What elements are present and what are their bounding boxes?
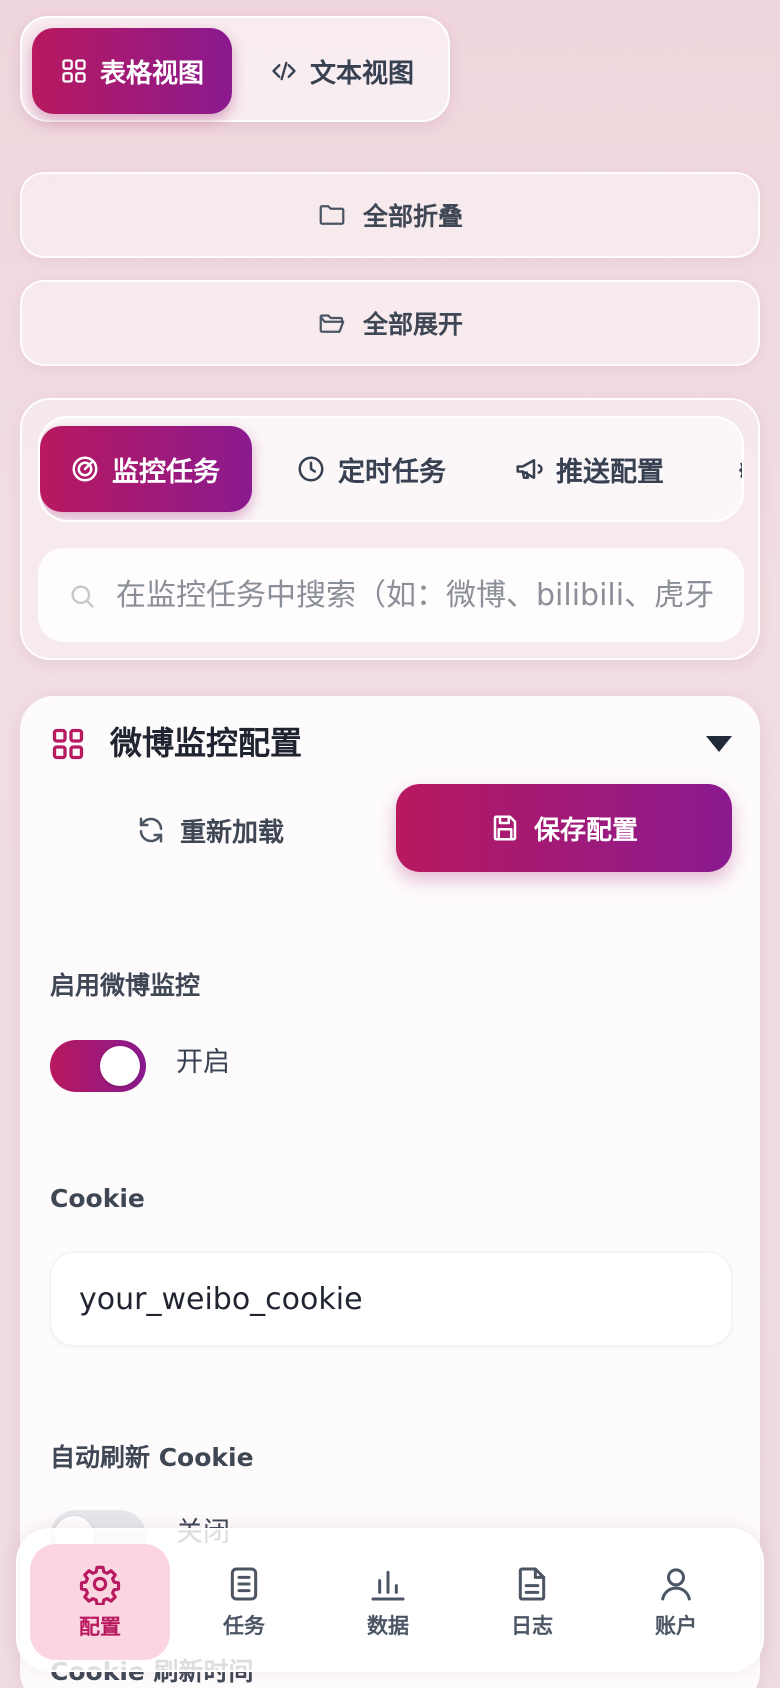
tab-more-settings[interactable] (708, 426, 742, 512)
clipboard-icon (230, 1567, 258, 1601)
search-input[interactable] (116, 548, 716, 642)
view-switch: 表格视图 文本视图 (20, 16, 450, 122)
nav-label: 配置 (79, 1615, 121, 1639)
enable-weibo-label: 启用微博监控 (50, 971, 201, 1000)
tab-label: 监控任务 (112, 456, 220, 488)
nav-label: 数据 (367, 1614, 409, 1638)
tab-monitor-tasks[interactable]: 监控任务 (40, 426, 252, 512)
radar-icon (72, 456, 98, 482)
table-view-button[interactable]: 表格视图 (32, 28, 232, 114)
save-icon (493, 815, 517, 841)
nav-item-data[interactable]: 数据 (318, 1544, 458, 1660)
tabs-panel: 监控任务 定时任务 推送配置 (20, 398, 760, 660)
text-view-label: 文本视图 (309, 58, 414, 89)
text-view-button[interactable]: 文本视图 (252, 28, 432, 114)
card-title: 微博监控配置 (110, 724, 303, 762)
category-tabs: 监控任务 定时任务 推送配置 (38, 416, 744, 522)
code-icon (272, 61, 296, 81)
tab-label: 推送配置 (556, 456, 664, 488)
grid-icon (62, 59, 86, 83)
tab-label: 定时任务 (338, 456, 446, 488)
expand-all-label: 全部展开 (362, 310, 463, 339)
search-bar (38, 548, 744, 642)
cookie-field[interactable] (50, 1252, 732, 1346)
collapse-all-label: 全部折叠 (362, 202, 463, 231)
clock-icon (298, 456, 324, 482)
collapse-all-button[interactable]: 全部折叠 (20, 172, 760, 258)
gear-icon (79, 1565, 121, 1605)
chevron-down-icon[interactable] (706, 734, 732, 754)
folder-icon (319, 205, 345, 225)
tab-scheduled-tasks[interactable]: 定时任务 (266, 426, 446, 512)
bottom-nav: 配置 任务 数据 日志 账户 (16, 1528, 764, 1672)
folder-open-icon (319, 314, 345, 333)
search-icon (71, 585, 94, 608)
document-icon (518, 1567, 546, 1601)
user-icon (661, 1568, 691, 1601)
nav-item-config[interactable]: 配置 (30, 1544, 170, 1660)
expand-all-button[interactable]: 全部展开 (20, 280, 760, 366)
reload-label: 重新加载 (179, 817, 284, 848)
nav-label: 任务 (223, 1614, 265, 1638)
gear-icon (738, 462, 742, 478)
nav-label: 日志 (511, 1614, 553, 1638)
enable-weibo-state: 开启 (176, 1047, 230, 1078)
tab-push-config[interactable]: 推送配置 (484, 426, 664, 512)
nav-item-account[interactable]: 账户 (606, 1544, 746, 1660)
table-view-label: 表格视图 (99, 58, 204, 89)
auto-refresh-cookie-label: 自动刷新 Cookie (50, 1443, 254, 1472)
save-config-button[interactable]: 保存配置 (396, 784, 732, 872)
reload-button[interactable]: 重新加载 (40, 786, 380, 874)
toggle-knob (100, 1046, 140, 1086)
nav-label: 账户 (655, 1614, 697, 1638)
refresh-icon (139, 817, 163, 843)
megaphone-icon (516, 459, 543, 479)
cookie-label: Cookie (50, 1184, 145, 1213)
save-label: 保存配置 (533, 815, 638, 846)
enable-weibo-toggle[interactable] (50, 1040, 146, 1092)
grid-icon (52, 728, 84, 760)
nav-item-tasks[interactable]: 任务 (174, 1544, 314, 1660)
bar-chart-icon (371, 1570, 405, 1601)
nav-item-logs[interactable]: 日志 (462, 1544, 602, 1660)
